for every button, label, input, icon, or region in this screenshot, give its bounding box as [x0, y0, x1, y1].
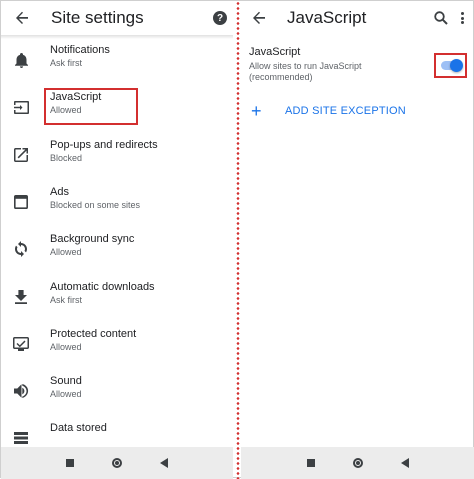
item-status: Blocked: [50, 153, 83, 163]
back-arrow-icon[interactable]: [249, 8, 269, 28]
item-label: Ads: [50, 186, 69, 198]
app-bar-shadow: [1, 35, 233, 39]
page-title: JavaScript: [287, 8, 367, 27]
dotted-divider: [236, 1, 240, 479]
item-label: Protected content: [50, 328, 137, 340]
settings-item-notifications[interactable]: Notifications Ask first: [1, 44, 233, 84]
add-site-exception-label: ADD SITE EXCEPTION: [285, 105, 406, 117]
code-box-icon: [13, 99, 29, 115]
recents-icon[interactable]: [66, 459, 74, 467]
page-title: Site settings: [51, 8, 144, 27]
settings-item-protected-content[interactable]: Protected content Allowed: [1, 328, 233, 368]
item-status: Blocked on some sites: [50, 200, 141, 210]
site-settings-panel: Site settings ? Notifications Ask first …: [1, 1, 233, 479]
item-label: Automatic downloads: [50, 281, 155, 293]
search-icon[interactable]: [433, 10, 449, 26]
app-bar: Site settings ?: [1, 1, 233, 35]
screenshot-frame: Site settings ? Notifications Ask first …: [0, 0, 474, 479]
storage-icon: [13, 430, 29, 446]
item-label: Data stored: [50, 422, 107, 434]
javascript-setting-description: Allow sites to run JavaScript (recommend…: [249, 61, 362, 82]
javascript-setting-label: JavaScript: [249, 46, 301, 58]
toggle-knob: [450, 59, 463, 72]
javascript-toggle[interactable]: [439, 59, 463, 72]
item-label: Sound: [50, 375, 82, 387]
app-bar: JavaScript: [241, 1, 474, 35]
javascript-panel: JavaScript JavaScript Allow sites to run…: [241, 1, 474, 479]
settings-item-background-sync[interactable]: Background sync Allowed: [1, 233, 233, 273]
add-icon: +: [251, 101, 262, 121]
item-status: Allowed: [50, 247, 82, 257]
back-nav-icon[interactable]: [160, 458, 168, 468]
add-site-exception-button[interactable]: + ADD SITE EXCEPTION: [241, 101, 474, 123]
more-vert-icon[interactable]: [459, 10, 465, 26]
item-status: Ask first: [50, 58, 83, 68]
back-nav-icon[interactable]: [401, 458, 409, 468]
volume-icon: [13, 383, 29, 399]
download-icon: [13, 289, 29, 305]
javascript-highlight-box: [44, 88, 138, 125]
sync-icon: [13, 241, 29, 257]
home-icon[interactable]: [112, 458, 122, 468]
item-label: Notifications: [50, 44, 110, 56]
screen-check-icon: [13, 336, 29, 352]
item-label: Pop-ups and redirects: [50, 139, 158, 151]
recents-icon[interactable]: [307, 459, 315, 467]
ads-window-icon: [13, 194, 29, 210]
system-nav-bar: [241, 447, 474, 479]
settings-item-popups[interactable]: Pop-ups and redirects Blocked: [1, 139, 233, 179]
system-nav-bar: [1, 447, 233, 479]
bell-icon: [13, 52, 29, 68]
item-status: Ask first: [50, 295, 83, 305]
settings-item-ads[interactable]: Ads Blocked on some sites: [1, 186, 233, 226]
open-in-new-icon: [13, 147, 29, 163]
item-status: Allowed: [50, 342, 82, 352]
item-label: Background sync: [50, 233, 135, 245]
help-icon[interactable]: ?: [213, 11, 227, 25]
back-arrow-icon[interactable]: [12, 8, 32, 28]
home-icon[interactable]: [353, 458, 363, 468]
item-status: Allowed: [50, 389, 82, 399]
settings-item-automatic-downloads[interactable]: Automatic downloads Ask first: [1, 281, 233, 321]
settings-item-sound[interactable]: Sound Allowed: [1, 375, 233, 415]
